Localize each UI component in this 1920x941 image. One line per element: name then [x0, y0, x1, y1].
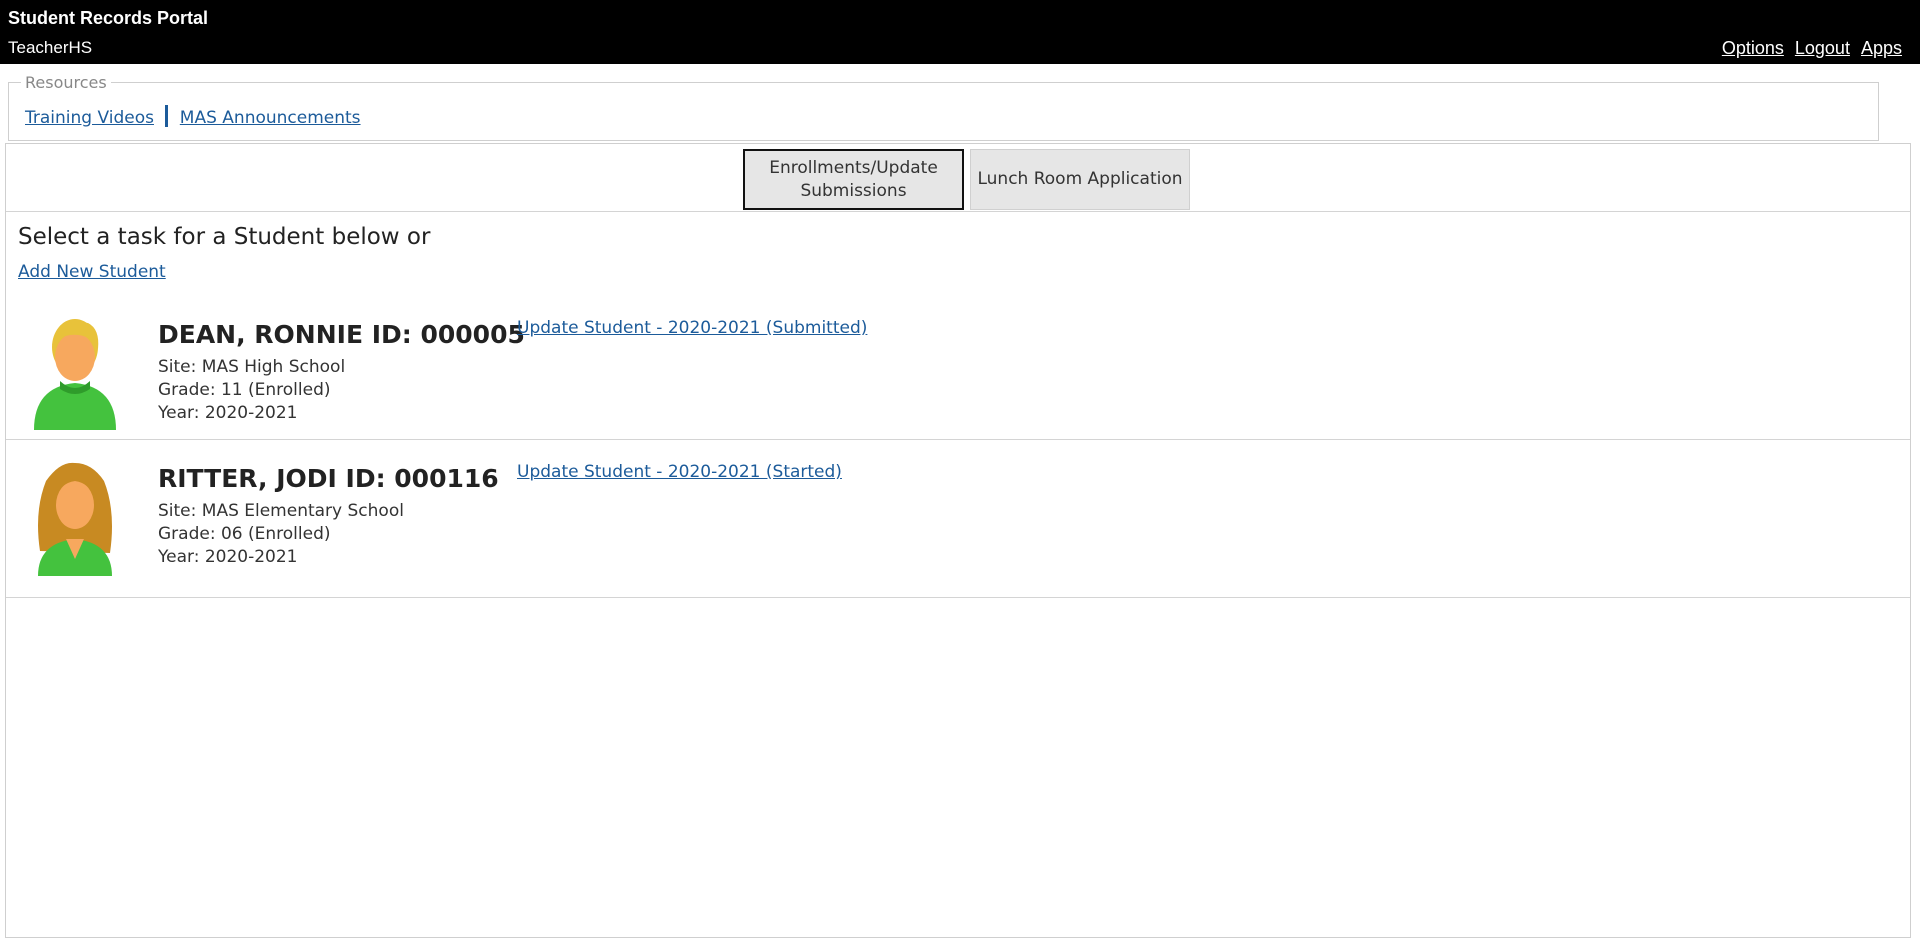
student-year: Year: 2020-2021	[158, 403, 298, 423]
add-new-student-link[interactable]: Add New Student	[18, 262, 166, 282]
resources-links: Training Videos MAS Announcements	[25, 105, 361, 129]
tab-lunch-room[interactable]: Lunch Room Application	[970, 149, 1190, 210]
student-name: RITTER, JODI ID: 000116	[158, 464, 499, 493]
resources-legend: Resources	[21, 73, 111, 92]
main-panel: Enrollments/Update Submissions Lunch Roo…	[5, 143, 1911, 938]
female-student-icon	[38, 462, 112, 576]
page-title: Select a task for a Student below or	[18, 224, 431, 250]
student-row: DEAN, RONNIE ID: 000005 Site: MAS High S…	[6, 300, 1910, 440]
student-grade: Grade: 06 (Enrolled)	[158, 524, 331, 544]
student-site: Site: MAS Elementary School	[158, 501, 404, 521]
task-tabs: Enrollments/Update Submissions Lunch Roo…	[6, 144, 1910, 212]
user-name: TeacherHS	[8, 38, 93, 57]
resources-panel: Resources Training Videos MAS Announceme…	[8, 73, 1879, 141]
update-student-link[interactable]: Update Student - 2020-2021 (Started)	[517, 462, 842, 482]
logout-link[interactable]: Logout	[1795, 38, 1850, 58]
male-student-icon	[34, 319, 116, 430]
update-student-link[interactable]: Update Student - 2020-2021 (Submitted)	[517, 318, 867, 338]
top-header: Student Records Portal TeacherHS Options…	[0, 0, 1920, 64]
student-year: Year: 2020-2021	[158, 547, 298, 567]
header-links: Options Logout Apps	[1716, 38, 1902, 59]
training-videos-link[interactable]: Training Videos	[25, 108, 154, 128]
mas-announcements-link[interactable]: MAS Announcements	[180, 108, 361, 128]
student-details: Site: MAS Elementary School Grade: 06 (E…	[158, 500, 404, 569]
link-divider	[165, 105, 169, 127]
student-grade: Grade: 11 (Enrolled)	[158, 380, 331, 400]
options-link[interactable]: Options	[1722, 38, 1784, 58]
tab-enrollments[interactable]: Enrollments/Update Submissions	[743, 149, 964, 210]
student-details: Site: MAS High School Grade: 11 (Enrolle…	[158, 356, 345, 425]
apps-link[interactable]: Apps	[1861, 38, 1902, 58]
student-name: DEAN, RONNIE ID: 000005	[158, 320, 525, 349]
student-site: Site: MAS High School	[158, 357, 346, 377]
app-title: Student Records Portal	[8, 8, 209, 28]
student-row: RITTER, JODI ID: 000116 Site: MAS Elemen…	[6, 440, 1910, 598]
